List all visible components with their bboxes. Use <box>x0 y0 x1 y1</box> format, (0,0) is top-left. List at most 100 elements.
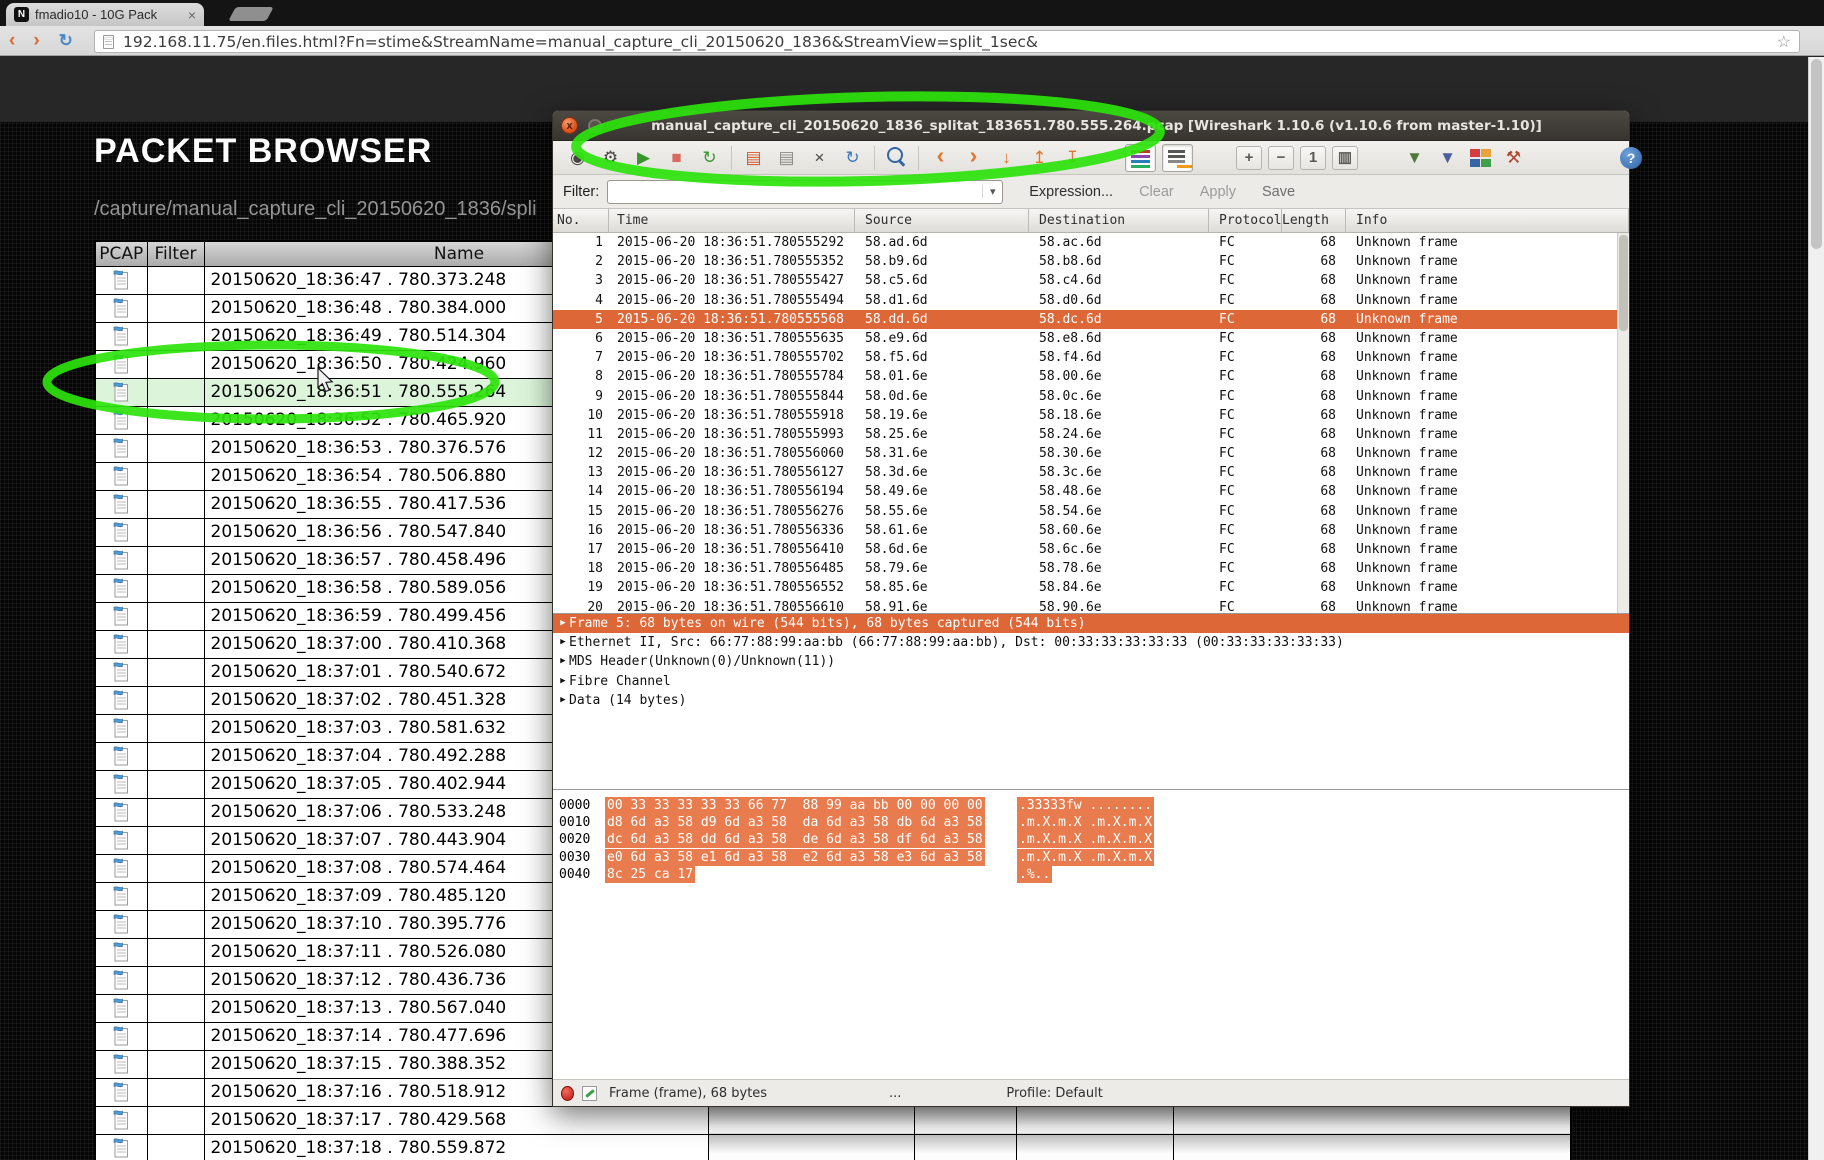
file-pcap-cell[interactable] <box>95 406 147 434</box>
file-filter-cell[interactable] <box>147 322 204 350</box>
file-pcap-cell[interactable] <box>95 490 147 518</box>
detail-row[interactable]: ▶Frame 5: 68 bytes on wire (544 bits), 6… <box>553 614 1629 633</box>
apply-button[interactable]: Apply <box>1200 184 1236 200</box>
go-top-icon[interactable]: ↥ <box>1026 144 1053 172</box>
pcap-file-icon[interactable] <box>113 885 130 906</box>
packet-row[interactable]: 42015-06-20 18:36:51.78055549458.d1.6d58… <box>553 291 1629 310</box>
pcap-file-icon[interactable] <box>113 269 130 290</box>
filter-input[interactable] <box>608 182 982 202</box>
display-filter-icon[interactable]: ▼ <box>1434 144 1461 172</box>
capture-stop-icon[interactable]: ■ <box>663 144 690 172</box>
pcap-file-icon[interactable] <box>113 465 130 486</box>
pcap-file-icon[interactable] <box>113 1025 130 1046</box>
file-pcap-cell[interactable] <box>95 1078 147 1106</box>
file-filter-cell[interactable] <box>147 378 204 406</box>
file-filter-cell[interactable] <box>147 490 204 518</box>
scrollbar-thumb[interactable] <box>1619 235 1628 331</box>
packet-row[interactable]: 12015-06-20 18:36:51.78055529258.ad.6d58… <box>553 233 1629 252</box>
autoscroll-toggle-icon[interactable] <box>1162 144 1193 172</box>
packet-row[interactable]: 62015-06-20 18:36:51.78055563558.e9.6d58… <box>553 329 1629 348</box>
packet-row[interactable]: 162015-06-20 18:36:51.78055633658.61.6e5… <box>553 521 1629 540</box>
wireshark-titlebar[interactable]: x manual_capture_cli_20150620_1836_split… <box>553 111 1629 141</box>
pcap-file-icon[interactable] <box>113 409 130 430</box>
file-filter-cell[interactable] <box>147 994 204 1022</box>
pcap-file-icon[interactable] <box>113 773 130 794</box>
file-pcap-cell[interactable] <box>95 770 147 798</box>
pcap-file-icon[interactable] <box>113 717 130 738</box>
close-capture-icon[interactable]: × <box>806 144 833 172</box>
file-filter-cell[interactable] <box>147 910 204 938</box>
packet-row[interactable]: 182015-06-20 18:36:51.78055648558.79.6e5… <box>553 559 1629 578</box>
file-pcap-cell[interactable] <box>95 910 147 938</box>
packet-col-header-protocol[interactable]: Protocol <box>1209 209 1282 232</box>
pcap-file-icon[interactable] <box>113 437 130 458</box>
file-pcap-cell[interactable] <box>95 826 147 854</box>
file-pcap-cell[interactable] <box>95 966 147 994</box>
pcap-file-icon[interactable] <box>113 549 130 570</box>
file-filter-cell[interactable] <box>147 1134 204 1160</box>
hex-row[interactable]: 000000 33 33 33 33 33 66 77 88 99 aa bb … <box>553 797 1629 814</box>
file-filter-cell[interactable] <box>147 574 204 602</box>
file-row[interactable]: 20150620_18:37:17 . 780.429.568 <box>95 1106 1571 1134</box>
file-filter-cell[interactable] <box>147 350 204 378</box>
pcap-file-icon[interactable] <box>113 1081 130 1102</box>
file-pcap-cell[interactable] <box>95 994 147 1022</box>
pcap-file-icon[interactable] <box>113 913 130 934</box>
packet-row[interactable]: 192015-06-20 18:36:51.78055655258.85.6e5… <box>553 578 1629 597</box>
file-pcap-cell[interactable] <box>95 322 147 350</box>
reload-icon[interactable]: ↻ <box>49 32 83 49</box>
zoom-out-icon[interactable]: − <box>1268 146 1294 170</box>
pcap-file-icon[interactable] <box>113 829 130 850</box>
file-pcap-cell[interactable] <box>95 1134 147 1160</box>
file-col-header-filter[interactable]: Filter <box>147 241 204 266</box>
pcap-file-icon[interactable] <box>113 661 130 682</box>
capture-options-icon[interactable]: ⚙ <box>597 144 624 172</box>
packet-col-header-no[interactable]: No. <box>553 209 609 232</box>
expander-icon[interactable]: ▶ <box>557 672 569 691</box>
file-filter-cell[interactable] <box>147 462 204 490</box>
file-filter-cell[interactable] <box>147 658 204 686</box>
file-pcap-cell[interactable] <box>95 266 147 294</box>
tab-close-icon[interactable]: × <box>188 7 196 23</box>
file-filter-cell[interactable] <box>147 882 204 910</box>
save-capture-icon[interactable]: ▤ <box>773 144 800 172</box>
packet-col-header-info[interactable]: Info <box>1346 209 1629 232</box>
packet-row[interactable]: 122015-06-20 18:36:51.78055606058.31.6e5… <box>553 444 1629 463</box>
go-to-packet-icon[interactable]: ↓ <box>993 144 1020 172</box>
pcap-file-icon[interactable] <box>113 521 130 542</box>
file-pcap-cell[interactable] <box>95 742 147 770</box>
packet-row[interactable]: 132015-06-20 18:36:51.78055612758.3d.6e5… <box>553 463 1629 482</box>
open-capture-icon[interactable]: ▤ <box>740 144 767 172</box>
edit-note-icon[interactable] <box>582 1086 597 1101</box>
packet-col-header-length[interactable]: Length <box>1282 209 1346 232</box>
pcap-file-icon[interactable] <box>113 1109 130 1130</box>
hex-row[interactable]: 00408c 25 ca 17.%.. <box>553 866 1629 883</box>
file-filter-cell[interactable] <box>147 294 204 322</box>
back-icon[interactable]: ‹ <box>0 31 24 50</box>
packet-list-scrollbar[interactable] <box>1617 233 1629 613</box>
packet-row[interactable]: 82015-06-20 18:36:51.78055578458.01.6e58… <box>553 367 1629 386</box>
packet-row[interactable]: 22015-06-20 18:36:51.78055535258.b9.6d58… <box>553 252 1629 271</box>
window-close-icon[interactable]: x <box>561 117 578 134</box>
coloring-rules-icon[interactable] <box>1467 144 1494 172</box>
file-pcap-cell[interactable] <box>95 854 147 882</box>
url-field[interactable]: 192.168.11.75/en.files.html?Fn=stime&Str… <box>94 30 1800 53</box>
filter-dropdown-icon[interactable]: ▾ <box>982 185 1002 198</box>
bookmark-star-icon[interactable]: ☆ <box>1777 32 1791 52</box>
file-name-cell[interactable]: 20150620_18:37:18 . 780.559.872 <box>204 1134 708 1160</box>
packet-row[interactable]: 152015-06-20 18:36:51.78055627658.55.6e5… <box>553 502 1629 521</box>
file-pcap-cell[interactable] <box>95 938 147 966</box>
file-pcap-cell[interactable] <box>95 1050 147 1078</box>
file-pcap-cell[interactable] <box>95 350 147 378</box>
file-filter-cell[interactable] <box>147 434 204 462</box>
pcap-file-icon[interactable] <box>113 969 130 990</box>
file-filter-cell[interactable] <box>147 854 204 882</box>
file-pcap-cell[interactable] <box>95 714 147 742</box>
packet-row[interactable]: 32015-06-20 18:36:51.78055542758.c5.6d58… <box>553 271 1629 290</box>
packet-col-header-source[interactable]: Source <box>855 209 1029 232</box>
file-col-header-pcap[interactable]: PCAP <box>95 241 147 266</box>
file-pcap-cell[interactable] <box>95 1106 147 1134</box>
browser-tab[interactable]: N fmadio10 - 10G Pack × <box>6 3 204 26</box>
file-filter-cell[interactable] <box>147 798 204 826</box>
pcap-file-icon[interactable] <box>113 633 130 654</box>
